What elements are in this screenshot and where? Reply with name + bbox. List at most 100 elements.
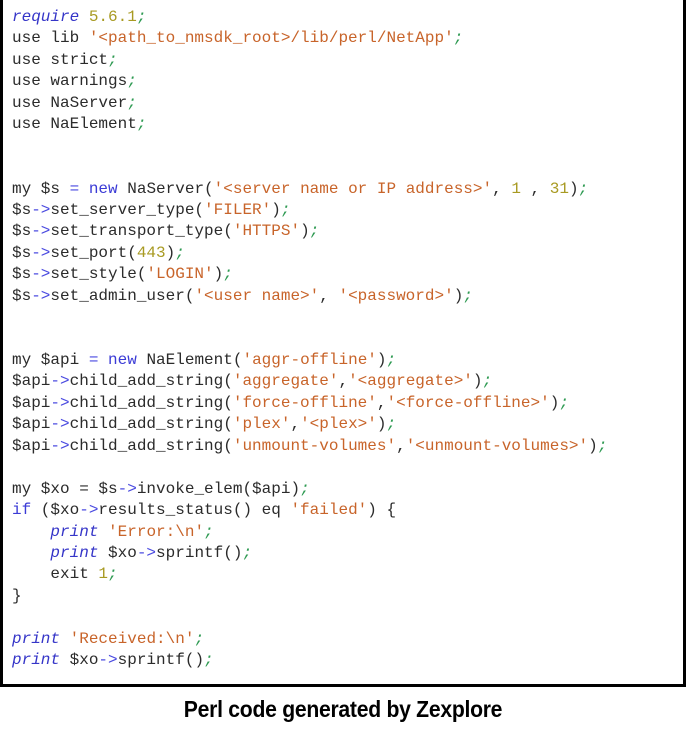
code-token: '<plex>' (300, 415, 377, 434)
code-token: , (338, 372, 349, 391)
code-token: child_add_string( (69, 436, 233, 455)
code-token: print (50, 543, 99, 562)
code-line: print $xo->sprintf(); (12, 650, 607, 671)
code-token: , (396, 436, 406, 455)
code-token: child_add_string( (69, 393, 233, 412)
code-token: $api (12, 372, 51, 391)
code-token: = (88, 351, 99, 369)
code-token: if (12, 501, 32, 520)
code-token: set_port( (50, 243, 137, 262)
code-token: 'FILER' (204, 200, 272, 219)
code-token: ($xo (31, 501, 80, 520)
code-line: my $api = new NaElement('aggr-offline'); (12, 350, 607, 371)
code-line: $s->set_style('LOGIN'); (12, 264, 607, 285)
code-token: $s (12, 243, 32, 262)
code-line: my $s = new NaServer('<server name or IP… (12, 179, 607, 200)
code-token: $s (12, 286, 32, 305)
code-line: exit 1; (12, 564, 607, 585)
code-token: NaElement( (136, 351, 243, 369)
code-token: '<force-offline>' (386, 393, 550, 412)
code-token: set_transport_type( (50, 222, 233, 241)
code-token: ; (194, 629, 205, 648)
code-token: ; (108, 565, 118, 584)
code-token: -> (50, 393, 70, 412)
code-token: , (319, 286, 339, 305)
code-token: $s (12, 200, 32, 219)
code-token: print (50, 522, 99, 541)
code-line: use NaElement; (12, 114, 607, 135)
code-token: ; (463, 286, 473, 305)
code-token: 1 (98, 565, 109, 584)
code-token: $api (12, 436, 51, 455)
code-line: $s->set_admin_user('<user name>', '<pass… (12, 286, 607, 307)
code-token: ; (223, 265, 233, 284)
code-token: $s (12, 222, 32, 241)
code-token: ; (204, 522, 214, 541)
code-token: ) (376, 351, 387, 369)
code-token: } (12, 586, 22, 605)
code-token: -> (136, 543, 157, 562)
code-token: ; (300, 479, 310, 498)
code-token: '<user name>' (194, 286, 320, 305)
code-line: use strict; (12, 50, 607, 71)
code-token: use NaServer (12, 93, 128, 112)
code-token: -> (31, 222, 51, 241)
code-token: ) (300, 222, 310, 241)
code-token: exit (12, 565, 99, 584)
code-token: '<aggregate>' (348, 372, 473, 391)
code-token: -> (98, 651, 118, 670)
code-token: 31 (549, 179, 569, 198)
code-token: results_status() eq (98, 501, 291, 520)
code-token: -> (50, 436, 70, 455)
code-line: print $xo->sprintf(); (12, 543, 607, 564)
code-token: , (520, 179, 550, 198)
code-token: , (492, 179, 512, 198)
code-token: ; (136, 8, 147, 26)
code-token: ) (213, 265, 224, 284)
code-token: ) (568, 179, 579, 198)
code-token: $api (12, 393, 51, 412)
code-token: ) (271, 200, 281, 219)
code-token: require (12, 8, 80, 26)
code-token: ; (127, 93, 137, 112)
code-token: 'unmount-volumes' (232, 436, 397, 455)
code-token: ; (597, 436, 608, 455)
code-token: new (108, 351, 137, 369)
code-token: 'HTTPS' (232, 222, 301, 241)
code-token: 'plex' (232, 415, 291, 434)
code-listing-box: require 5.6.1; use lib '<path_to_nmsdk_ro… (0, 0, 686, 687)
code-line: $s->set_port(443); (12, 243, 607, 264)
code-token: ) (453, 286, 464, 305)
code-token: $s (12, 265, 32, 284)
code-token: 5.6.1 (88, 8, 137, 26)
code-token: $xo (98, 543, 137, 562)
code-line: $s->set_server_type('FILER'); (12, 200, 607, 221)
code-token: my $s (12, 179, 70, 198)
code-token: print (12, 629, 61, 648)
code-line: use lib '<path_to_nmsdk_root>/lib/perl/N… (12, 28, 607, 49)
perl-code-block: require 5.6.1; use lib '<path_to_nmsdk_ro… (12, 7, 607, 672)
code-token: child_add_string( (69, 415, 233, 434)
code-token: '<server name or IP address>' (213, 179, 493, 198)
code-token: '<path_to_nmsdk_root>/lib/perl/NetApp' (88, 29, 454, 48)
code-token: ; (453, 29, 464, 48)
code-token: -> (31, 286, 51, 305)
code-token: use strict (12, 50, 109, 69)
code-token: ) (472, 372, 483, 391)
code-token: set_style( (50, 265, 147, 284)
code-token: NaServer( (117, 179, 214, 198)
code-line: $api->child_add_string('force-offline','… (12, 393, 607, 414)
code-token: my $xo = $s (12, 479, 118, 498)
code-token: -> (31, 265, 51, 284)
code-token: -> (79, 501, 99, 520)
code-token: -> (50, 372, 70, 391)
code-token: '<unmount-volumes>' (405, 436, 589, 455)
code-token: 'Error:\n' (108, 522, 205, 541)
